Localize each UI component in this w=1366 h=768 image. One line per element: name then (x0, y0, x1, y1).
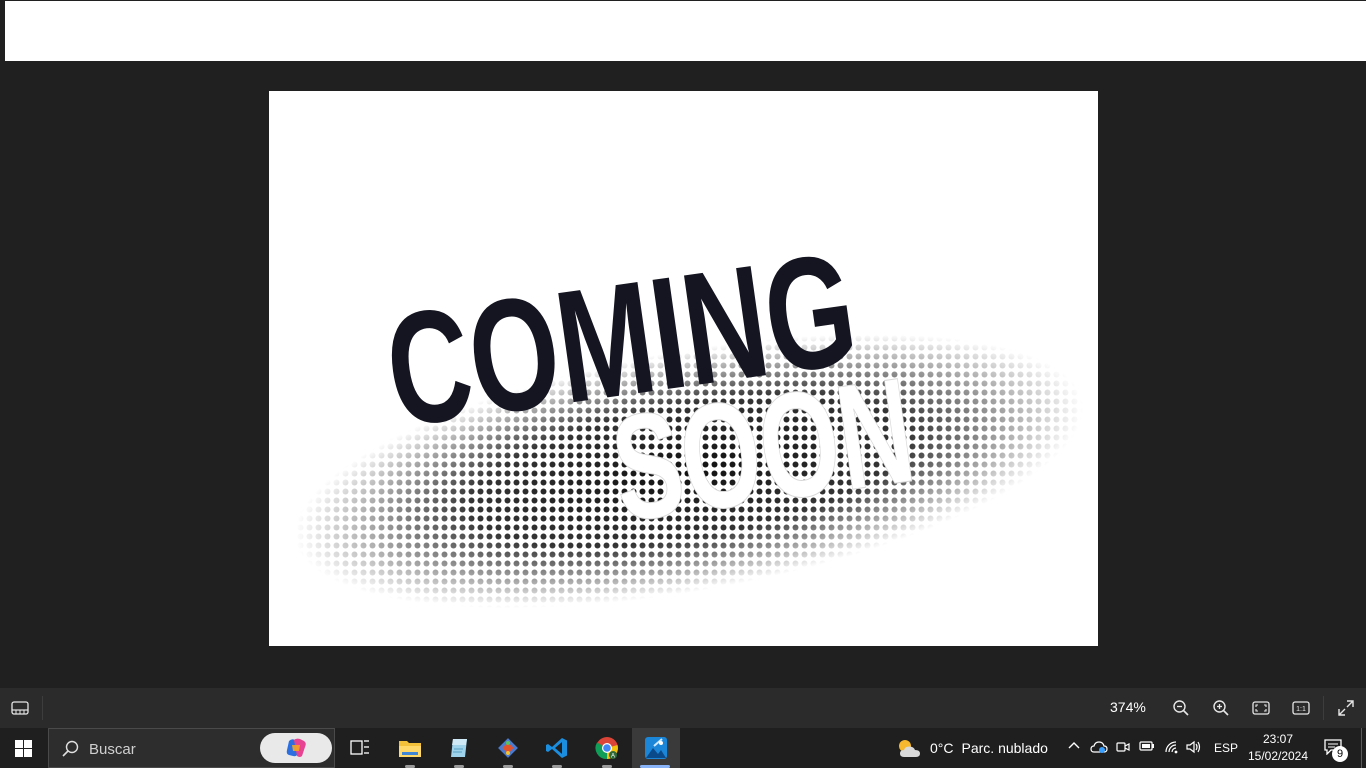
divider (42, 696, 43, 720)
onedrive-sync-icon[interactable] (1090, 740, 1108, 757)
coming-soon-graphic: COMING SOON (269, 91, 1098, 646)
fit-to-window-icon[interactable] (1249, 696, 1273, 720)
git-icon[interactable] (485, 728, 531, 768)
show-hidden-icons-chevron-icon[interactable] (1068, 740, 1080, 755)
title-bar-blank-area (5, 1, 1366, 61)
windows-taskbar: Buscar A 0°C Parc. nublado ESP 23:07 15/… (0, 728, 1366, 768)
meet-now-icon[interactable] (1116, 740, 1130, 757)
notepad-icon[interactable] (436, 728, 482, 768)
zoom-out-icon[interactable] (1169, 696, 1193, 720)
chrome-icon[interactable]: A (584, 728, 630, 768)
language-indicator[interactable]: ESP (1214, 741, 1238, 755)
search-placeholder: Buscar (89, 741, 136, 758)
taskbar-clock[interactable]: 23:07 15/02/2024 (1247, 731, 1309, 765)
search-icon (62, 740, 79, 757)
notification-count-badge: 9 (1332, 746, 1348, 762)
weather-temperature: 0°C (930, 740, 954, 756)
weather-condition: Parc. nublado (961, 740, 1048, 756)
clock-time: 23:07 (1262, 732, 1294, 746)
photos-icon[interactable] (632, 728, 680, 768)
weather-widget[interactable]: 0°C Parc. nublado (896, 728, 1048, 768)
displayed-image[interactable]: COMING SOON (269, 91, 1098, 646)
zoom-level: 374% (1110, 699, 1146, 715)
partly-cloudy-icon (899, 740, 920, 757)
fullscreen-icon[interactable] (1334, 696, 1358, 720)
copilot-button[interactable] (260, 733, 332, 763)
svg-text:A: A (611, 754, 615, 760)
actual-size-icon[interactable]: 1:1 (1289, 696, 1313, 720)
clock-date: 15/02/2024 (1247, 749, 1309, 763)
copilot-icon (286, 738, 306, 757)
filmstrip-icon[interactable] (8, 696, 32, 720)
zoom-in-icon[interactable] (1209, 696, 1233, 720)
viewer-status-bar: 374% 1:1 (0, 688, 1366, 728)
volume-icon[interactable] (1186, 740, 1202, 757)
file-explorer-icon[interactable] (387, 728, 433, 768)
task-view-icon[interactable] (337, 728, 383, 768)
actual-size-label: 1:1 (1296, 706, 1306, 713)
title-bar (0, 0, 1366, 62)
show-desktop-button[interactable] (1361, 728, 1366, 768)
windows-start-icon[interactable] (0, 728, 46, 768)
divider (1323, 696, 1324, 720)
wifi-icon[interactable] (1164, 740, 1180, 757)
battery-icon[interactable] (1139, 740, 1155, 755)
vscode-icon[interactable] (534, 728, 580, 768)
